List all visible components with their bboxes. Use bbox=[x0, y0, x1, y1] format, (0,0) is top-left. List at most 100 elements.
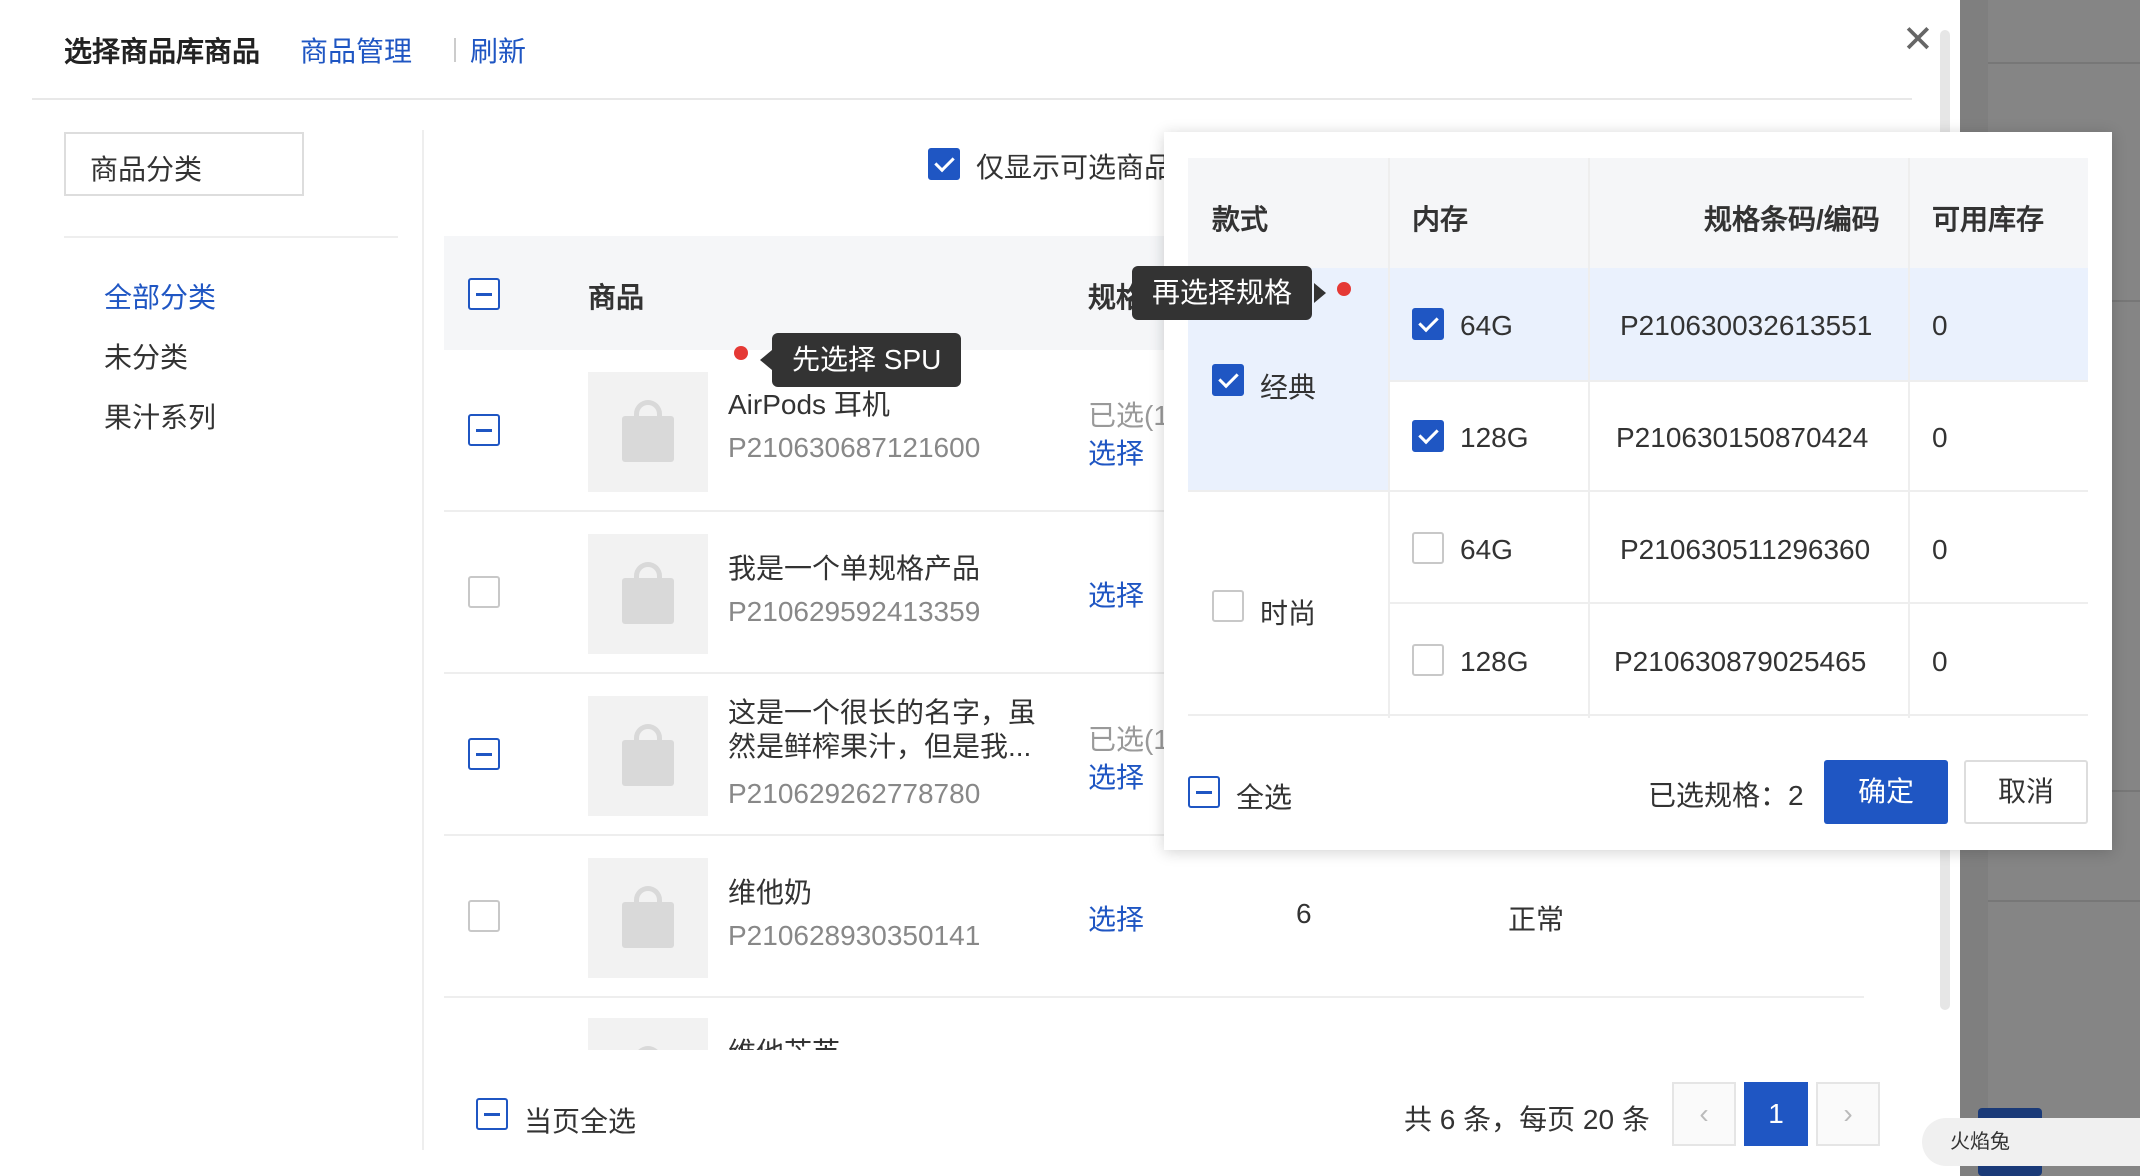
bag-icon bbox=[622, 740, 674, 786]
cancel-button[interactable]: 取消 bbox=[1964, 760, 2088, 824]
product-image bbox=[588, 858, 708, 978]
product-code: P210629592413359 bbox=[728, 596, 981, 627]
header-barcode: 规格条码/编码 bbox=[1704, 204, 1880, 235]
sidebar-divider-vertical bbox=[422, 130, 424, 1150]
sidebar-item-uncategorized[interactable]: 未分类 bbox=[104, 336, 188, 376]
product-name: AirPods 耳机 bbox=[728, 389, 890, 420]
column-divider bbox=[1588, 158, 1590, 718]
variant-barcode: P210630032613551 bbox=[1620, 310, 1873, 341]
row-checkbox[interactable] bbox=[468, 576, 500, 608]
bag-icon bbox=[622, 416, 674, 462]
header-memory: 内存 bbox=[1412, 204, 1469, 235]
style-fashion-label: 时尚 bbox=[1260, 598, 1317, 629]
close-icon[interactable]: ✕ bbox=[1902, 21, 1934, 59]
modal-header: 选择商品库商品 商品管理 刷新 bbox=[32, 0, 1912, 100]
link-separator bbox=[454, 38, 456, 62]
stock-value: 6 bbox=[1296, 898, 1312, 929]
style-classic-label: 经典 bbox=[1260, 372, 1317, 403]
row-checkbox[interactable] bbox=[468, 414, 500, 446]
select-page-label: 当页全选 bbox=[524, 1106, 637, 1137]
variant-checkbox[interactable] bbox=[1412, 420, 1444, 452]
variant-checkbox[interactable] bbox=[1412, 532, 1444, 564]
variant-stock: 0 bbox=[1932, 422, 1948, 453]
selected-spec-text: 已选(1 bbox=[1088, 400, 1169, 431]
style-checkbox-fashion[interactable] bbox=[1212, 590, 1244, 622]
variant-memory: 64G bbox=[1460, 534, 1513, 565]
manage-products-link[interactable]: 商品管理 bbox=[300, 30, 412, 70]
column-divider bbox=[1388, 158, 1390, 718]
prev-page-button[interactable]: ‹ bbox=[1672, 1082, 1736, 1146]
product-name-line2: 然是鲜榨果汁，但是我... bbox=[728, 731, 1032, 762]
row-divider bbox=[1188, 490, 2088, 492]
bag-icon bbox=[622, 578, 674, 624]
hint-dot bbox=[1337, 282, 1351, 296]
variant-memory: 128G bbox=[1460, 422, 1529, 453]
product-code: P210629262778780 bbox=[728, 778, 981, 809]
variant-barcode: P210630150870424 bbox=[1616, 422, 1869, 453]
only-selectable-label: 仅显示可选商品 bbox=[976, 152, 1173, 183]
style-checkbox-classic[interactable] bbox=[1212, 364, 1244, 396]
background-line bbox=[1988, 62, 2140, 64]
refresh-link[interactable]: 刷新 bbox=[470, 30, 526, 70]
select-product-modal: 选择商品库商品 商品管理 刷新 ✕ 商品分类 全部分类 未分类 果汁系列 仅显示… bbox=[0, 0, 2112, 1176]
only-selectable-checkbox[interactable] bbox=[928, 148, 960, 180]
row-divider bbox=[1388, 602, 2088, 604]
popup-select-all-label: 全选 bbox=[1236, 782, 1293, 813]
status-value: 正常 bbox=[1508, 904, 1565, 935]
watermark: 火焰兔 huoyantu.com bbox=[1922, 1118, 2140, 1166]
row-checkbox[interactable] bbox=[468, 738, 500, 770]
variant-stock: 0 bbox=[1932, 646, 1948, 677]
selected-spec-count: 已选规格：2 bbox=[1648, 780, 1804, 811]
select-page-checkbox[interactable] bbox=[476, 1098, 508, 1130]
row-checkbox[interactable] bbox=[468, 900, 500, 932]
product-image bbox=[588, 534, 708, 654]
product-name: 维他芒芙 bbox=[728, 1036, 840, 1050]
hint-dot bbox=[734, 346, 748, 360]
variant-memory: 128G bbox=[1460, 646, 1529, 677]
bag-handle bbox=[634, 1046, 662, 1050]
modal-title: 选择商品库商品 bbox=[64, 36, 261, 67]
product-image bbox=[588, 696, 708, 816]
spec-selector-popup: 款式 内存 规格条码/编码 可用库存 经典 64G P2106300326135… bbox=[1164, 132, 2112, 850]
product-image bbox=[588, 1018, 708, 1050]
select-spec-link[interactable]: 选择 bbox=[1088, 432, 1144, 472]
product-name-line1: 这是一个很长的名字，虽 bbox=[728, 697, 1037, 728]
variant-barcode: P210630511296360 bbox=[1620, 534, 1871, 565]
select-spec-link[interactable]: 选择 bbox=[1088, 756, 1144, 796]
product-code: P210630687121600 bbox=[728, 432, 981, 463]
confirm-button[interactable]: 确定 bbox=[1824, 760, 1948, 824]
variant-memory: 64G bbox=[1460, 310, 1513, 341]
variant-checkbox[interactable] bbox=[1412, 644, 1444, 676]
page-button-current[interactable]: 1 bbox=[1744, 1082, 1808, 1146]
tooltip-select-spu: 先选择 SPU bbox=[772, 333, 962, 387]
sidebar-divider bbox=[64, 236, 398, 238]
background-line bbox=[1988, 900, 2140, 902]
table-row-partial: 维他芒芙 bbox=[444, 998, 1864, 1050]
popup-select-all-checkbox[interactable] bbox=[1188, 776, 1220, 808]
category-selector[interactable]: 商品分类 bbox=[64, 132, 304, 196]
tooltip-arrow bbox=[760, 350, 772, 370]
header-stock: 可用库存 bbox=[1932, 204, 2045, 235]
pagination-total: 共 6 条，每页 20 条 bbox=[1404, 1104, 1650, 1135]
row-divider bbox=[1388, 380, 2088, 382]
bag-icon bbox=[622, 902, 674, 948]
header-style: 款式 bbox=[1212, 204, 1269, 235]
select-spec-link[interactable]: 选择 bbox=[1088, 898, 1144, 938]
product-name: 维他奶 bbox=[728, 877, 813, 908]
select-all-checkbox[interactable] bbox=[468, 278, 500, 310]
selected-spec-text: 已选(1 bbox=[1088, 724, 1169, 755]
sidebar-item-juice[interactable]: 果汁系列 bbox=[104, 396, 216, 436]
product-image bbox=[588, 372, 708, 492]
tooltip-arrow bbox=[1314, 283, 1326, 303]
next-page-button[interactable]: › bbox=[1816, 1082, 1880, 1146]
select-spec-link[interactable]: 选择 bbox=[1088, 574, 1144, 614]
product-code: P210628930350141 bbox=[728, 920, 981, 951]
variant-stock: 0 bbox=[1932, 534, 1948, 565]
variant-checkbox[interactable] bbox=[1412, 308, 1444, 340]
column-header-product: 商品 bbox=[588, 282, 645, 313]
tooltip-select-spec: 再选择规格 bbox=[1132, 266, 1313, 320]
sidebar-item-all[interactable]: 全部分类 bbox=[104, 276, 216, 316]
column-divider bbox=[1908, 158, 1910, 718]
product-name: 我是一个单规格产品 bbox=[728, 553, 981, 584]
variant-stock: 0 bbox=[1932, 310, 1948, 341]
